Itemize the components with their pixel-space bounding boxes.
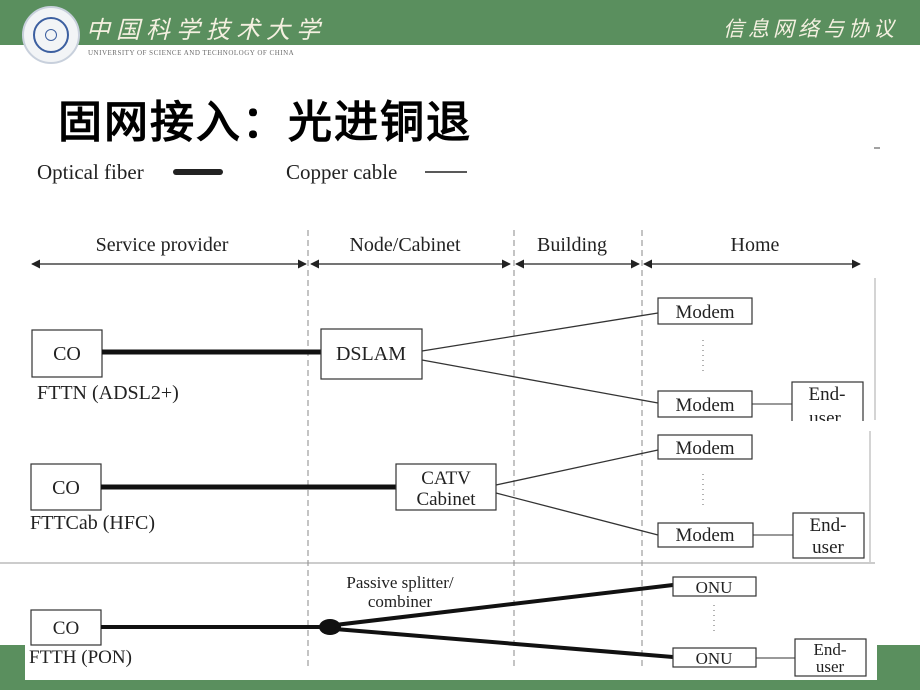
modem-label: Modem (675, 438, 734, 459)
co-label: CO (52, 477, 80, 499)
legend-copper-label: Copper cable (286, 160, 397, 184)
copper-link (421, 359, 659, 404)
zone-node-cabinet: Node/Cabinet (349, 234, 461, 256)
legend-optical-label: Optical fiber (37, 160, 144, 184)
co-label: CO (53, 618, 79, 639)
row-fttcab: CO FTTCab (HFC) CATV Cabinet Modem Modem… (30, 434, 865, 559)
onu-label: ONU (696, 578, 733, 597)
end-user-label: user (812, 537, 844, 558)
row-label: FTTN (ADSL2+) (37, 382, 179, 404)
zone-service-provider: Service provider (96, 234, 229, 256)
modem-label: Modem (675, 525, 734, 546)
dslam-label: DSLAM (336, 343, 406, 365)
splitter-label: combiner (368, 592, 433, 611)
copper-link (421, 312, 659, 352)
row-fttn: CO FTTN (ADSL2+) DSLAM Modem Modem End- … (31, 297, 875, 431)
co-label: CO (53, 343, 81, 365)
copper-link (495, 492, 659, 536)
zone-building: Building (537, 234, 607, 256)
modem-label: Modem (675, 395, 734, 416)
row-label: FTTCab (HFC) (30, 512, 155, 534)
splitter-label: Passive splitter/ (346, 573, 453, 592)
onu-label: ONU (696, 649, 733, 668)
zone-home: Home (731, 234, 780, 256)
access-network-diagram: Optical fiber Copper cable Service provi… (0, 147, 880, 677)
end-user-label: user (816, 657, 845, 676)
scan-crop-mask (780, 421, 875, 431)
copper-link (495, 449, 659, 486)
end-user-label: End- (810, 515, 847, 536)
catv-label: CATV (421, 468, 471, 489)
passive-splitter-node (319, 619, 341, 635)
cabinet-label: Cabinet (416, 489, 476, 510)
row-label: FTTH (PON) (29, 647, 132, 668)
optical-link (334, 627, 674, 659)
modem-label: Modem (675, 302, 734, 323)
end-user-label: End- (809, 384, 846, 405)
row-ftth: CO FTTH (PON) Passive splitter/ combiner… (29, 573, 867, 677)
